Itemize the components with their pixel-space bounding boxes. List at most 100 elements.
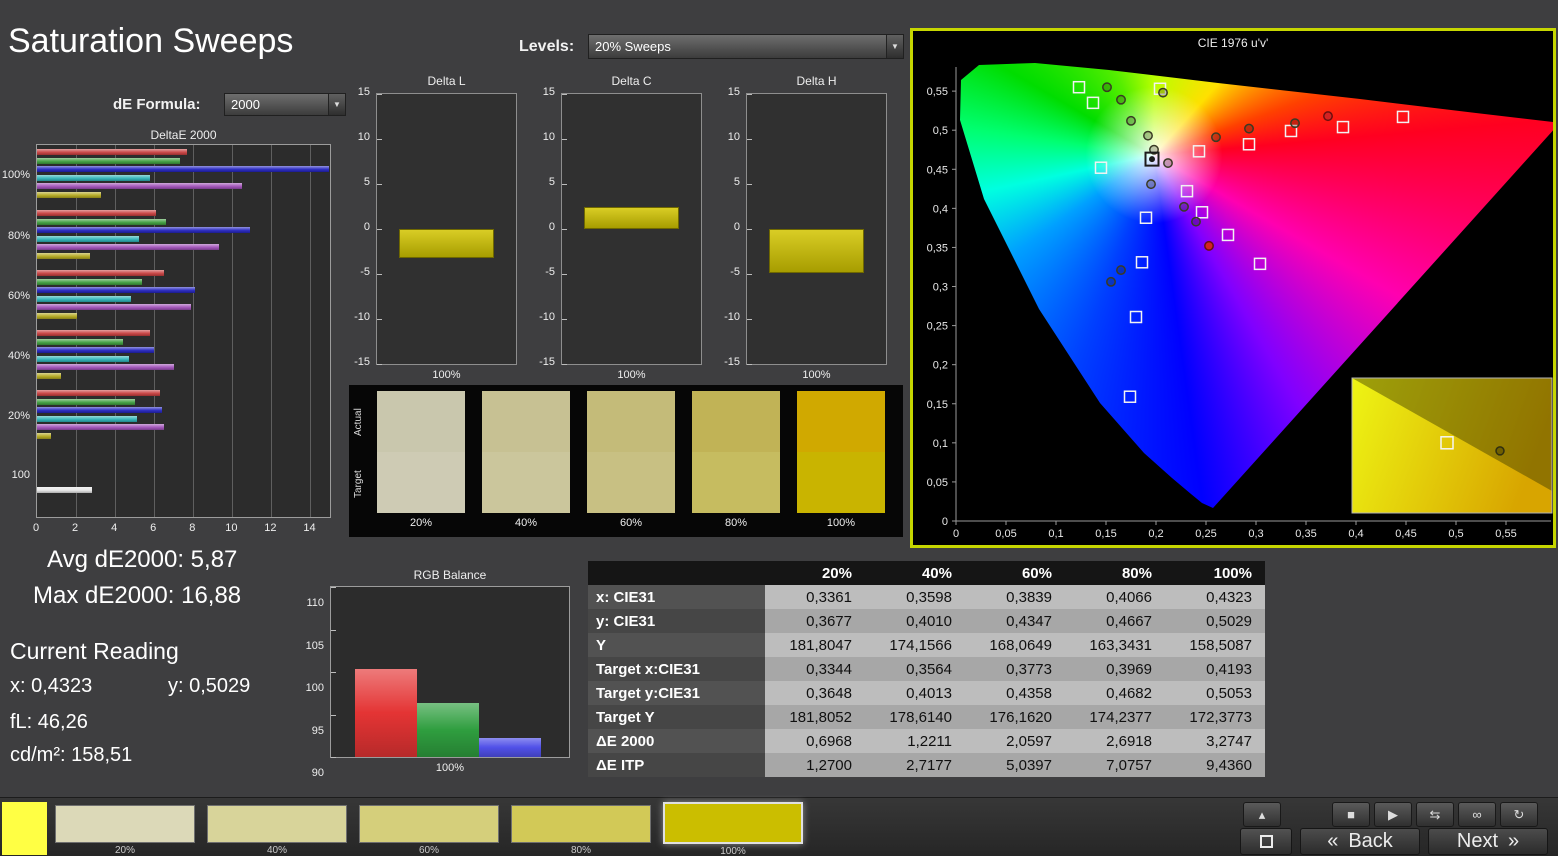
deltae-bar-60%-magenta: [37, 304, 192, 311]
target-swatch: [587, 452, 675, 513]
actual-swatch: [692, 391, 780, 452]
continuous-button[interactable]: ∞: [1458, 802, 1496, 827]
table-cell: 0,4347: [965, 609, 1065, 633]
swatch-column-20%: 20%: [377, 391, 465, 529]
page-title: Saturation Sweeps: [8, 22, 294, 60]
max-de2000-value: Max dE2000: 16,88: [33, 582, 242, 609]
table-cell: 0,4193: [1165, 657, 1265, 681]
stop-button[interactable]: ■: [1332, 802, 1370, 827]
delta-c-chart: Delta C 15 10 5 0 -5 -10 -15 100%: [536, 74, 706, 384]
eject-button[interactable]: ▴: [1243, 802, 1281, 827]
delta-y-tick: -15: [724, 356, 740, 368]
chevron-down-icon[interactable]: ▼: [886, 35, 903, 58]
delta-h-bar: [769, 229, 864, 274]
table-row: ΔE 2000 0,6968 1,2211 2,0597 2,6918 3,2747: [588, 729, 1265, 753]
swatch-column-40%: 40%: [482, 391, 570, 529]
sweep-patch-label: 60%: [418, 845, 439, 856]
delta-l-chart: Delta L 15 10 5 0 -5 -10 -15 100%: [351, 74, 521, 384]
record-button[interactable]: [1240, 828, 1292, 855]
next-chevrons-icon: »: [1508, 830, 1520, 852]
table-cell: 0,3361: [765, 585, 865, 609]
table-cell: 9,4360: [1165, 753, 1265, 777]
swatch-column-label: 80%: [724, 517, 748, 529]
deltae2000-chart: DeltaE 2000 100% 80% 60% 40% 20% 100 0 2 4 6 8 10 1…: [0, 128, 340, 534]
table-cell: 158,5087: [1165, 633, 1265, 657]
next-button[interactable]: Next »: [1428, 828, 1548, 855]
table-row: Target Y 181,8052 178,6140 176,1620 174,2377…: [588, 705, 1265, 729]
actual-target-swatch-strip: Actual Target 20% 40% 60% 80% 100%: [349, 385, 903, 537]
table-cell: 1,2211: [865, 729, 965, 753]
cie-target-marker: [1180, 184, 1194, 198]
levels-dropdown[interactable]: 20% Sweeps ▼: [588, 34, 904, 59]
loop-button[interactable]: ↻: [1500, 802, 1538, 827]
deltae-x-tick: 8: [189, 522, 196, 534]
table-cell: 0,5053: [1165, 681, 1265, 705]
delta-y-tick: -15: [354, 356, 370, 368]
delta-y-tick: -10: [354, 311, 370, 323]
deltae-bar-80%-magenta: [37, 244, 219, 251]
table-row-label: ΔE 2000: [588, 729, 765, 753]
table-cell: 2,0597: [965, 729, 1065, 753]
de-formula-label: dE Formula:: [113, 96, 201, 113]
table-cell: 2,6918: [1065, 729, 1165, 753]
delta-y-tick: 10: [727, 131, 740, 143]
target-swatch: [692, 452, 780, 513]
deltae-bar-80%-cyan: [37, 235, 139, 242]
play-button[interactable]: ▶: [1374, 802, 1412, 827]
svg-text:0,35: 0,35: [1295, 528, 1316, 540]
table-column-header: 20%: [765, 561, 865, 585]
svg-text:0,35: 0,35: [927, 242, 948, 254]
table-column-header: 100%: [1165, 561, 1265, 585]
delta-l-title: Delta L: [427, 74, 466, 88]
svg-text:0,1: 0,1: [1048, 528, 1063, 540]
svg-text:0,5: 0,5: [1448, 528, 1463, 540]
deltae2000-y-axis: 100% 80% 60% 40% 20% 100: [0, 144, 33, 518]
rgb-y-tick: 100: [305, 682, 324, 694]
deltae-bar-20%-red: [37, 390, 161, 396]
table-row-label: Y: [588, 633, 765, 657]
de-formula-value: 2000: [231, 97, 260, 112]
svg-text:0,15: 0,15: [927, 399, 948, 411]
sweep-patch-20%[interactable]: 20%: [55, 805, 195, 856]
table-header-row: 20% 40% 60% 80% 100%: [588, 561, 1265, 585]
deltae-bar-80%-yellow: [37, 253, 90, 259]
table-cell: 0,3839: [965, 585, 1065, 609]
cie-measurement-marker: [1102, 82, 1112, 93]
sweep-patch-100%[interactable]: 100%: [663, 802, 803, 856]
svg-text:0,2: 0,2: [933, 360, 948, 372]
back-button[interactable]: « Back: [1300, 828, 1420, 855]
svg-text:0,3: 0,3: [933, 282, 948, 294]
cie-measurement-marker: [1290, 118, 1300, 129]
sweep-patch-label: 40%: [266, 845, 287, 856]
deltae-bar-40%-green: [37, 338, 123, 345]
back-chevrons-icon: «: [1327, 830, 1339, 852]
sweep-patch-80%[interactable]: 80%: [511, 805, 651, 856]
sweep-patch-60%[interactable]: 60%: [359, 805, 499, 856]
sweep-patch-40%[interactable]: 40%: [207, 805, 347, 856]
svg-text:0,4: 0,4: [933, 203, 948, 215]
step-button[interactable]: ⇆: [1416, 802, 1454, 827]
cie-measurement-marker: [1116, 94, 1126, 105]
table-cell: 0,5029: [1165, 609, 1265, 633]
de-formula-dropdown[interactable]: 2000 ▼: [224, 93, 346, 116]
sweep-patch-label: 80%: [570, 845, 591, 856]
chevron-down-icon[interactable]: ▼: [328, 94, 345, 115]
deltae-bar-80%-green: [37, 218, 166, 225]
cie-measurement-marker: [1158, 87, 1168, 98]
sweep-patch-label: 20%: [114, 845, 135, 856]
deltae2000-x-axis: 0 2 4 6 8 10 12 14: [33, 522, 336, 536]
swatch-column-80%: 80%: [692, 391, 780, 529]
delta-y-tick: -15: [539, 356, 555, 368]
delta-c-x-label: 100%: [617, 369, 646, 381]
sweep-patch-label: 100%: [720, 846, 746, 856]
delta-h-plot-area: [746, 93, 887, 365]
cie-measurement-marker: [1179, 201, 1189, 212]
svg-text:0,15: 0,15: [1095, 528, 1116, 540]
actual-swatch: [482, 391, 570, 452]
svg-text:0,55: 0,55: [1495, 528, 1516, 540]
stop-square-icon: [1259, 835, 1273, 848]
deltae-bar-60%-blue: [37, 287, 196, 294]
cie-measurement-marker: [1126, 115, 1136, 126]
table-row: ΔE ITP 1,2700 2,7177 5,0397 7,0757 9,4360: [588, 753, 1265, 777]
cie-target-marker: [1221, 228, 1235, 242]
